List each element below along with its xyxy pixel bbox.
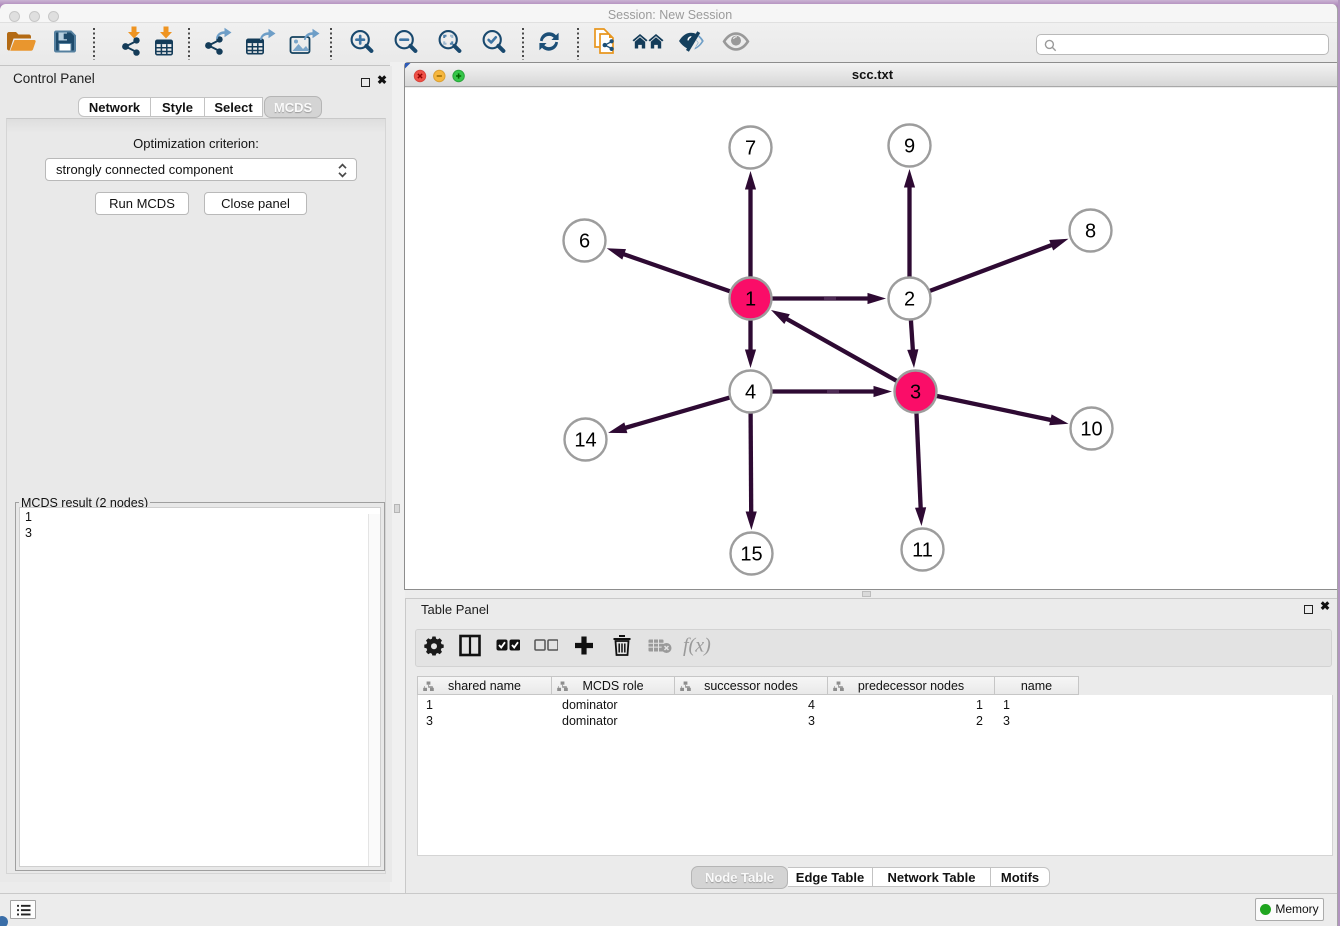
svg-text:11: 11: [912, 540, 933, 562]
svg-text:f(x): f(x): [683, 635, 711, 657]
svg-text:4: 4: [745, 382, 756, 404]
svg-text:14: 14: [574, 430, 596, 452]
svg-text:7: 7: [745, 138, 756, 160]
svg-text:10: 10: [1080, 419, 1102, 441]
svg-text:3: 3: [910, 382, 921, 404]
svg-text:6: 6: [579, 231, 590, 253]
svg-text:8: 8: [1085, 221, 1096, 243]
svg-text:15: 15: [740, 544, 762, 566]
svg-text:1: 1: [745, 289, 756, 311]
svg-text:9: 9: [904, 136, 915, 158]
svg-text:2: 2: [904, 289, 915, 311]
